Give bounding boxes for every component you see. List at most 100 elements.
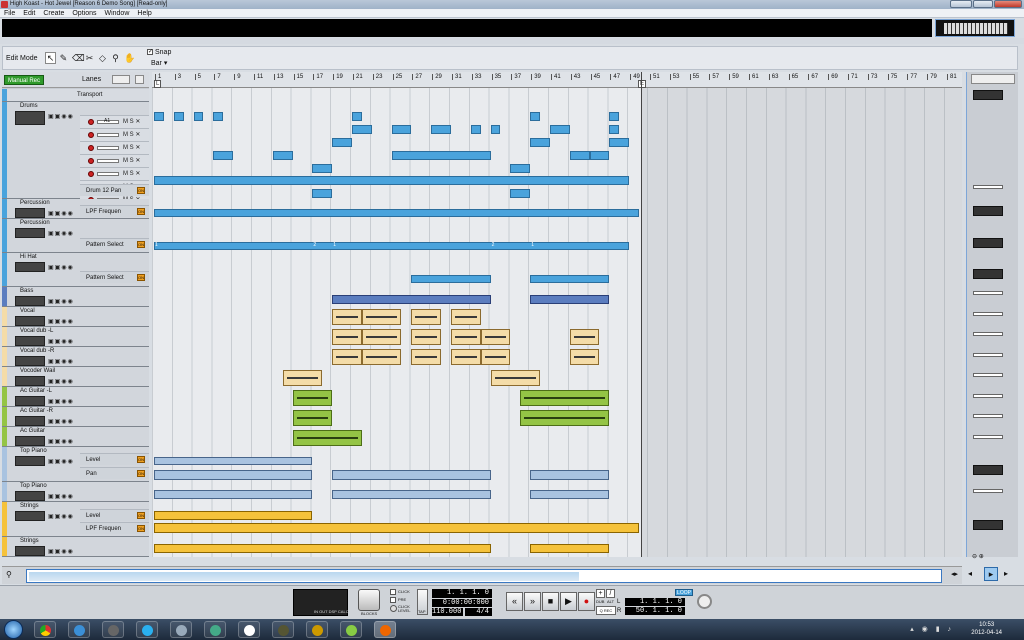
navigator-device-5[interactable]: [973, 291, 1003, 295]
snap-value-select[interactable]: Bar ▾: [151, 59, 167, 67]
navigator-device-11[interactable]: [973, 414, 1003, 418]
drum-clip[interactable]: [510, 164, 531, 173]
strings-clip[interactable]: [154, 544, 491, 553]
snap-toggle[interactable]: ✓ Snap: [147, 49, 171, 56]
zoom-out-icon[interactable]: ⊖: [972, 554, 977, 560]
mute-solo-controls[interactable]: ▣▣◉◉: [48, 298, 74, 305]
vocal-clip[interactable]: [332, 309, 362, 325]
navigator-device-4[interactable]: [973, 269, 1003, 279]
note-lane-4[interactable]: M S ✕: [80, 167, 149, 180]
strings-clip[interactable]: [530, 544, 610, 553]
menu-window[interactable]: Window: [100, 9, 133, 17]
lane-mute-solo[interactable]: M S ✕: [123, 157, 140, 164]
snap-checkbox[interactable]: ✓: [147, 49, 153, 56]
overview-viewport[interactable]: [29, 572, 579, 581]
note-lane-1[interactable]: M S ✕: [80, 128, 149, 141]
device-thumbnail-icon[interactable]: [15, 511, 45, 521]
drum-clip[interactable]: [173, 112, 184, 121]
fast-forward-button[interactable]: »: [524, 592, 541, 611]
navigator-device-0[interactable]: [973, 90, 1003, 100]
track-name[interactable]: Vocal: [20, 308, 35, 314]
mute-solo-controls[interactable]: ▣▣◉◉: [48, 418, 74, 425]
track-name[interactable]: Drums: [20, 103, 38, 109]
piano-pan-automation[interactable]: [332, 470, 491, 480]
add-lane-icon[interactable]: +: [596, 589, 605, 598]
drum-pan-automation[interactable]: [510, 189, 531, 198]
drum-clip[interactable]: [589, 151, 610, 160]
taskbar-app-8[interactable]: [272, 621, 294, 638]
song-end-marker[interactable]: [641, 72, 642, 557]
device-thumbnail-icon[interactable]: [15, 491, 45, 501]
piano-clip[interactable]: [154, 490, 313, 499]
track-name[interactable]: Top Piano: [20, 448, 47, 454]
track-name[interactable]: Bass: [20, 288, 33, 294]
device-thumbnail-icon[interactable]: [15, 356, 45, 366]
record-enable-icon[interactable]: [88, 132, 94, 138]
device-thumbnail-icon[interactable]: [15, 296, 45, 306]
record-button[interactable]: ●: [578, 592, 595, 611]
vocal-dub-l-clip[interactable]: [480, 329, 511, 345]
record-enable-icon[interactable]: [88, 119, 94, 125]
track-name[interactable]: Transport: [77, 92, 102, 98]
track-header-14[interactable]: Top Piano ▣▣◉◉: [2, 482, 149, 502]
add-lane-button[interactable]: [112, 75, 130, 84]
ruler-marker-l[interactable]: L: [154, 80, 162, 88]
track-name[interactable]: Strings: [20, 503, 39, 509]
lane-selector[interactable]: [97, 172, 119, 176]
system-tray[interactable]: ▴ ◉ ▮ ♪: [910, 625, 954, 633]
vocoder-clip[interactable]: [282, 370, 323, 386]
vocal-dub-l-clip[interactable]: [361, 329, 402, 345]
navigator-device-14[interactable]: [973, 489, 1003, 493]
navigator-device-10[interactable]: [973, 394, 1003, 398]
new-alt-icon[interactable]: /: [606, 589, 615, 598]
automation-lane[interactable]: Level ON: [80, 509, 149, 521]
menu-help[interactable]: Help: [133, 9, 155, 17]
automation-lane[interactable]: Pattern Select ON: [80, 271, 149, 283]
guitar-r-clip[interactable]: [520, 410, 610, 426]
taskbar-app-6[interactable]: [204, 621, 226, 638]
drum-clip[interactable]: [391, 151, 491, 160]
arrow-tool-icon[interactable]: ↖: [45, 52, 56, 64]
navigator-device-3[interactable]: [973, 238, 1003, 248]
vocal-dub-r-clip[interactable]: [451, 349, 481, 365]
taskbar-app-10[interactable]: [340, 621, 362, 638]
mute-solo-controls[interactable]: ▣▣◉◉: [48, 398, 74, 405]
drum-clip[interactable]: [530, 112, 541, 121]
mute-solo-controls[interactable]: ▣▣◉◉: [48, 264, 74, 271]
track-name[interactable]: Top Piano: [20, 483, 47, 489]
automation-on-icon[interactable]: ON: [137, 208, 145, 215]
menu-edit[interactable]: Edit: [19, 9, 39, 17]
ruler-marker-e[interactable]: E: [638, 80, 647, 88]
follow-song-icon[interactable]: ▸: [984, 567, 998, 581]
taskbar-skype[interactable]: [136, 621, 158, 638]
menu-create[interactable]: Create: [39, 9, 68, 17]
drum-clip[interactable]: [609, 138, 630, 147]
drum-clip[interactable]: [609, 125, 620, 134]
taskbar-app-5[interactable]: [170, 621, 192, 638]
navigator-device-12[interactable]: [973, 435, 1003, 439]
piano-pan-automation[interactable]: [530, 470, 610, 480]
device-thumbnail-icon[interactable]: [15, 436, 45, 446]
loop-button[interactable]: LOOP: [675, 589, 693, 596]
track-name[interactable]: Ac Guitar -R: [20, 408, 53, 414]
drum-clip[interactable]: [470, 125, 481, 134]
note-lane-3[interactable]: M S ✕: [80, 154, 149, 167]
drum-clip[interactable]: [569, 151, 590, 160]
track-header-10[interactable]: Ac Guitar -L ▣▣◉◉: [2, 387, 149, 407]
strings-filter-automation[interactable]: [154, 523, 640, 533]
record-enable-icon[interactable]: [88, 171, 94, 177]
track-header-11[interactable]: Ac Guitar -R ▣▣◉◉: [2, 407, 149, 427]
loop-left-display[interactable]: 1. 1. 1. 0: [625, 598, 685, 606]
q-rec-button[interactable]: Q REC: [596, 606, 616, 615]
play-button[interactable]: ▶: [560, 592, 577, 611]
guitar-l-clip[interactable]: [520, 390, 610, 406]
drum-clip[interactable]: [550, 125, 570, 134]
lane-selector[interactable]: [97, 146, 119, 150]
song-time-display[interactable]: 0:00:00:000: [432, 599, 492, 607]
piano-pan-automation[interactable]: [154, 470, 313, 480]
vocal-dub-r-clip[interactable]: [480, 349, 511, 365]
automation-on-icon[interactable]: ON: [137, 241, 145, 248]
track-name[interactable]: Vocoder Wail: [20, 368, 55, 374]
automation-on-icon[interactable]: ON: [137, 525, 145, 532]
mute-solo-controls[interactable]: ▣▣◉◉: [48, 318, 74, 325]
